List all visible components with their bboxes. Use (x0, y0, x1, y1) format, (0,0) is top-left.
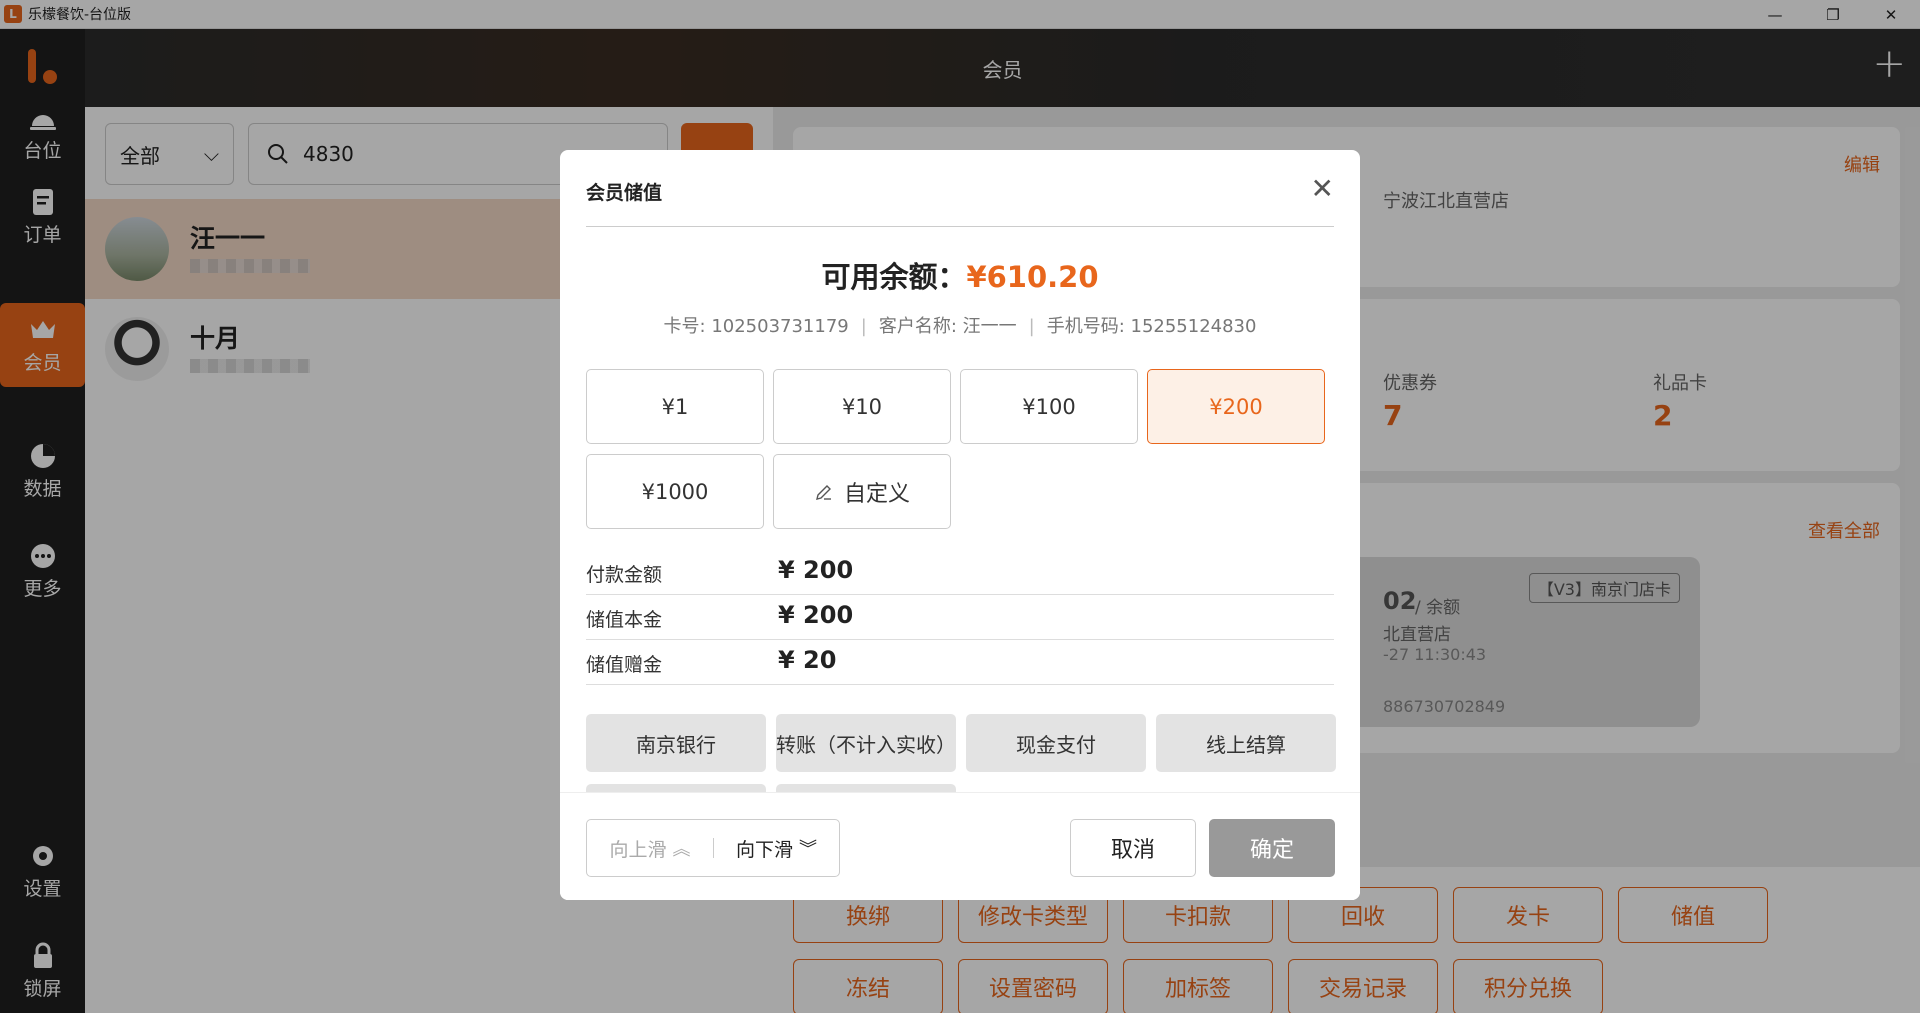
customer-name-text: 客户名称: 汪一一 (878, 316, 1017, 337)
pay-method-online[interactable]: 线上结算 (1156, 714, 1336, 772)
divider (586, 226, 1334, 227)
balance-value: ¥610.20 (966, 260, 1099, 294)
pay-amount-label: 付款金额 (586, 564, 663, 586)
dialog-title: 会员储值 (586, 182, 663, 204)
amount-option-200[interactable]: ¥200 (1147, 369, 1325, 444)
double-chevron-down-icon: ︾ (799, 839, 817, 860)
bonus-label: 储值赠金 (586, 654, 663, 676)
dialog-footer: 向上滑 ︽ 向下滑 ︾ 取消 确定 (560, 792, 1360, 900)
cancel-button[interactable]: 取消 (1070, 819, 1196, 877)
principal-label: 储值本金 (586, 609, 663, 631)
principal-value: ¥ 200 (778, 601, 854, 629)
bonus-row: 储值赠金 ¥ 20 (586, 640, 1334, 685)
amount-option-1[interactable]: ¥1 (586, 369, 764, 444)
pencil-icon (816, 484, 831, 500)
close-icon[interactable]: ✕ (1311, 172, 1334, 205)
pay-amount-row: 付款金额 ¥ 200 (586, 550, 1334, 595)
card-number-text: 卡号: 102503731179 (663, 316, 849, 337)
available-balance: 可用余额：¥610.20 (560, 254, 1360, 296)
custom-amount-button[interactable]: 自定义 (773, 454, 951, 529)
pay-method-transfer[interactable]: 转账（不计入实收） (776, 714, 956, 772)
confirm-button[interactable]: 确定 (1209, 819, 1335, 877)
pay-amount-value: ¥ 200 (778, 556, 854, 584)
card-info: 卡号: 102503731179 | 客户名称: 汪一一 | 手机号码: 1525512… (663, 316, 1257, 337)
scroll-down-button[interactable]: 向下滑 ︾ (713, 838, 839, 861)
principal-row: 储值本金 ¥ 200 (586, 595, 1334, 640)
custom-amount-label: 自定义 (843, 481, 910, 507)
member-recharge-dialog: 会员储值 ✕ 可用余额：¥610.20 卡号: 102503731179 | 客户名… (560, 150, 1360, 900)
phone-text: 手机号码: 15255124830 (1046, 316, 1257, 337)
bonus-value: ¥ 20 (778, 646, 837, 674)
amount-option-10[interactable]: ¥10 (773, 369, 951, 444)
scroll-up-button[interactable]: 向上滑 ︽ (587, 835, 713, 862)
pay-method-cash[interactable]: 现金支付 (966, 714, 1146, 772)
amount-option-1000[interactable]: ¥1000 (586, 454, 764, 529)
double-chevron-up-icon: ︽ (672, 839, 691, 860)
scroll-up-label: 向上滑 (609, 838, 667, 861)
amount-option-100[interactable]: ¥100 (960, 369, 1138, 444)
pay-method-nanjing-bank[interactable]: 南京银行 (586, 714, 766, 772)
scroll-control: 向上滑 ︽ 向下滑 ︾ (586, 819, 840, 877)
scroll-down-label: 向下滑 (735, 838, 793, 861)
balance-label: 可用余额： (821, 260, 967, 294)
